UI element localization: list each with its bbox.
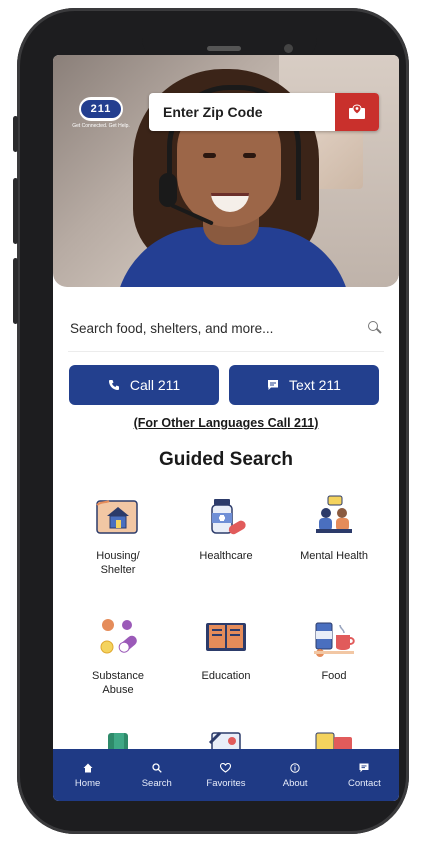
volume-down-button bbox=[13, 258, 18, 324]
search-input[interactable] bbox=[68, 319, 366, 337]
nav-home[interactable]: Home bbox=[55, 761, 121, 789]
brand-logo[interactable]: 211 bbox=[79, 97, 123, 121]
nav-about[interactable]: About bbox=[262, 761, 328, 789]
mute-switch bbox=[13, 116, 18, 152]
home-icon bbox=[83, 763, 93, 773]
volume-up-button bbox=[13, 178, 18, 244]
other-languages-link[interactable]: (For Other Languages Call 211) bbox=[53, 416, 399, 430]
zip-code-input[interactable]: Enter Zip Code bbox=[149, 104, 335, 120]
app-screen: 211 Get Connected. Get Help. Enter Zip C… bbox=[53, 55, 399, 801]
heart-icon bbox=[220, 763, 232, 773]
guided-search-title: Guided Search bbox=[158, 449, 294, 470]
food-icon bbox=[310, 613, 358, 661]
divider bbox=[68, 351, 384, 352]
medicine-icon bbox=[202, 493, 250, 541]
category-education[interactable]: Education bbox=[171, 613, 281, 683]
call-211-button[interactable]: Call 211 bbox=[69, 365, 219, 405]
category-label: Education bbox=[201, 670, 251, 682]
nav-contact[interactable]: Contact bbox=[331, 761, 397, 789]
counseling-icon bbox=[310, 493, 358, 541]
category-label: Substance Abuse bbox=[92, 670, 144, 696]
search-icon[interactable] bbox=[366, 319, 384, 337]
nav-search[interactable]: Search bbox=[124, 761, 190, 789]
text-211-button[interactable]: Text 211 bbox=[229, 365, 379, 405]
bottom-navigation: Home Search Favorites About Contact bbox=[53, 749, 399, 801]
search-icon bbox=[152, 763, 162, 773]
camera bbox=[284, 44, 293, 53]
pills-icon bbox=[94, 613, 142, 661]
category-healthcare[interactable]: Healthcare bbox=[171, 493, 281, 563]
phone-icon bbox=[108, 380, 119, 390]
info-icon bbox=[290, 763, 300, 773]
message-icon bbox=[268, 380, 279, 390]
zip-locate-button[interactable] bbox=[335, 93, 379, 131]
category-label: Food bbox=[321, 670, 347, 682]
category-label: Mental Health bbox=[300, 550, 368, 562]
category-housing-shelter[interactable]: Housing/Shelter bbox=[63, 493, 173, 577]
hero-banner: 211 Get Connected. Get Help. Enter Zip C… bbox=[53, 55, 399, 287]
category-label: Healthcare bbox=[199, 550, 253, 562]
category-label: Housing/Shelter bbox=[96, 550, 140, 576]
nav-favorites[interactable]: Favorites bbox=[193, 761, 259, 789]
category-food[interactable]: Food bbox=[279, 613, 389, 683]
speaker bbox=[207, 46, 241, 51]
zip-code-field[interactable]: Enter Zip Code bbox=[149, 93, 379, 131]
category-substance-abuse[interactable]: Substance Abuse bbox=[63, 613, 173, 697]
map-pin-icon bbox=[349, 104, 365, 119]
chat-icon bbox=[359, 763, 369, 773]
book-icon bbox=[202, 613, 250, 661]
logo-tagline: Get Connected. Get Help. bbox=[72, 123, 130, 129]
house-icon bbox=[94, 493, 142, 541]
search-bar[interactable] bbox=[68, 310, 384, 346]
category-mental-health[interactable]: Mental Health bbox=[279, 493, 389, 563]
